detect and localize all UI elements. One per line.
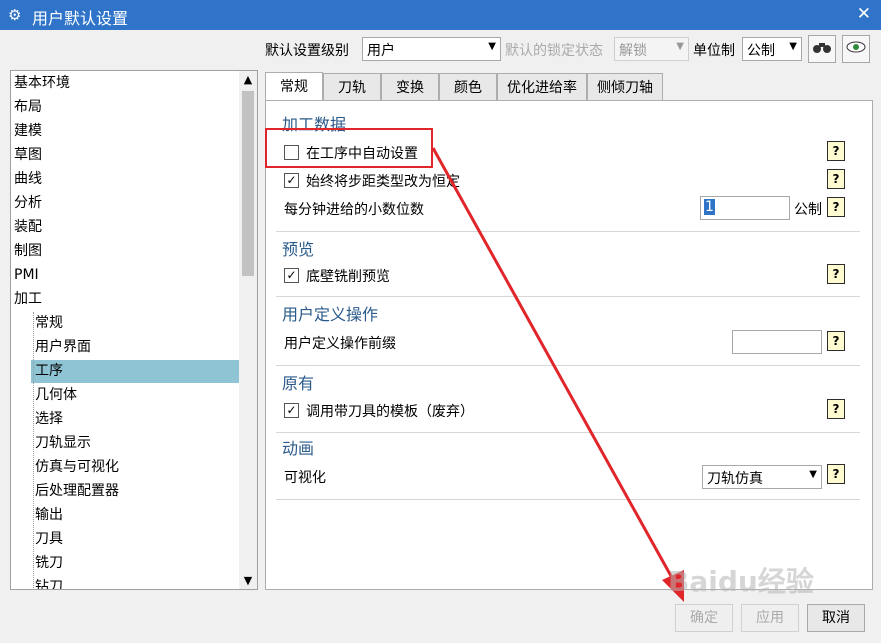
cancel-button[interactable]: 取消 [807, 604, 865, 632]
watermark: Baidu经验 [668, 565, 814, 598]
annotation-arrow [431, 147, 684, 602]
ok-button[interactable]: 确定 [675, 604, 733, 632]
apply-button[interactable]: 应用 [741, 604, 799, 632]
